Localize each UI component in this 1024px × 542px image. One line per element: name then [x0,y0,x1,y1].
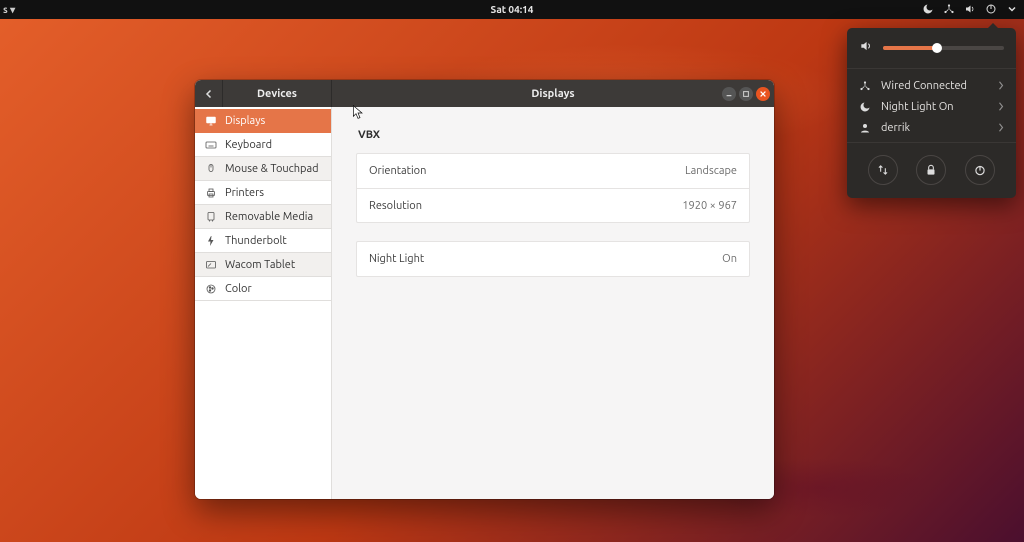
maximize-button[interactable] [739,87,753,101]
system-panel: Wired Connected Night Light On derrik [847,28,1016,198]
volume-row [859,39,1004,56]
chevron-right-icon [998,123,1004,132]
bolt-icon-label: Thunderbolt [225,235,287,247]
sidebar-item-color[interactable]: Color [195,277,331,301]
window-header: Devices Displays [195,80,774,107]
sys-network-label: Wired Connected [881,80,988,92]
sidebar-item-mouse[interactable]: Mouse & Touchpad [195,157,331,181]
sys-nightlight-label: Night Light On [881,101,988,113]
sidebar-item-thunderbolt[interactable]: Thunderbolt [195,229,331,253]
orientation-label: Orientation [369,165,426,177]
topbar-left-fragment: s ▾ [3,4,15,16]
sys-item-network[interactable]: Wired Connected [859,75,1004,96]
keyboard-icon-label: Keyboard [225,139,272,151]
settings-window: Devices Displays Displays Keyboard [195,80,774,499]
network-icon [943,3,955,17]
sidebar-item-keyboard[interactable]: Keyboard [195,133,331,157]
settings-action[interactable] [868,155,898,185]
night-light-icon [859,101,871,113]
system-tray[interactable] [922,0,1018,19]
night-light-label: Night Light [369,253,424,265]
resolution-row[interactable]: Resolution 1920 × 967 [357,188,749,222]
night-light-group: Night Light On [356,241,750,277]
volume-slider-thumb[interactable] [932,43,942,53]
window-controls [722,80,770,107]
lock-icon [924,163,938,177]
chevron-right-icon [998,102,1004,111]
settings-icon [876,163,890,177]
display-settings-group: Orientation Landscape Resolution 1920 × … [356,153,750,223]
night-light-value: On [722,253,737,265]
content-pane: VBX Orientation Landscape Resolution 192… [332,107,774,499]
top-bar: s ▾ Sat 04:14 [0,0,1024,19]
power-icon [973,163,987,177]
sidebar-item-removable[interactable]: Removable Media [195,205,331,229]
system-actions [859,155,1004,185]
volume-icon [964,3,976,17]
sys-item-nightlight[interactable]: Night Light On [859,96,1004,117]
night-light-row[interactable]: Night Light On [357,242,749,276]
user-icon [859,122,871,134]
clock-label[interactable]: Sat 04:14 [491,4,534,15]
sys-user-label: derrik [881,122,988,134]
sidebar-item-displays[interactable]: Displays [195,109,331,133]
printer-icon-label: Printers [225,187,264,199]
separator [847,68,1016,69]
display-name-label: VBX [358,129,750,141]
sidebar: Displays Keyboard Mouse & Touchpad Print… [195,107,332,499]
orientation-value: Landscape [685,165,737,177]
color-icon-label: Color [225,283,252,295]
sidebar-title: Devices [223,80,332,107]
night-light-icon [922,3,934,17]
mouse-icon-label: Mouse & Touchpad [225,163,319,175]
volume-slider[interactable] [883,46,1004,50]
sidebar-item-wacom[interactable]: Wacom Tablet [195,253,331,277]
sys-item-user[interactable]: derrik [859,117,1004,138]
tablet-icon-label: Wacom Tablet [225,259,295,271]
display-icon-label: Displays [225,115,265,127]
separator [847,142,1016,143]
minimize-button[interactable] [722,87,736,101]
power-icon [985,3,997,17]
network-icon [859,80,871,92]
back-button[interactable] [195,80,223,107]
chevron-down-icon [1006,3,1018,17]
resolution-label: Resolution [369,200,422,212]
sidebar-item-printers[interactable]: Printers [195,181,331,205]
resolution-value: 1920 × 967 [682,200,737,212]
volume-icon [859,39,873,56]
usb-icon-label: Removable Media [225,211,313,223]
lock-action[interactable] [916,155,946,185]
orientation-row[interactable]: Orientation Landscape [357,154,749,188]
close-button[interactable] [756,87,770,101]
power-action[interactable] [965,155,995,185]
window-title: Displays [332,80,774,107]
chevron-right-icon [998,81,1004,90]
